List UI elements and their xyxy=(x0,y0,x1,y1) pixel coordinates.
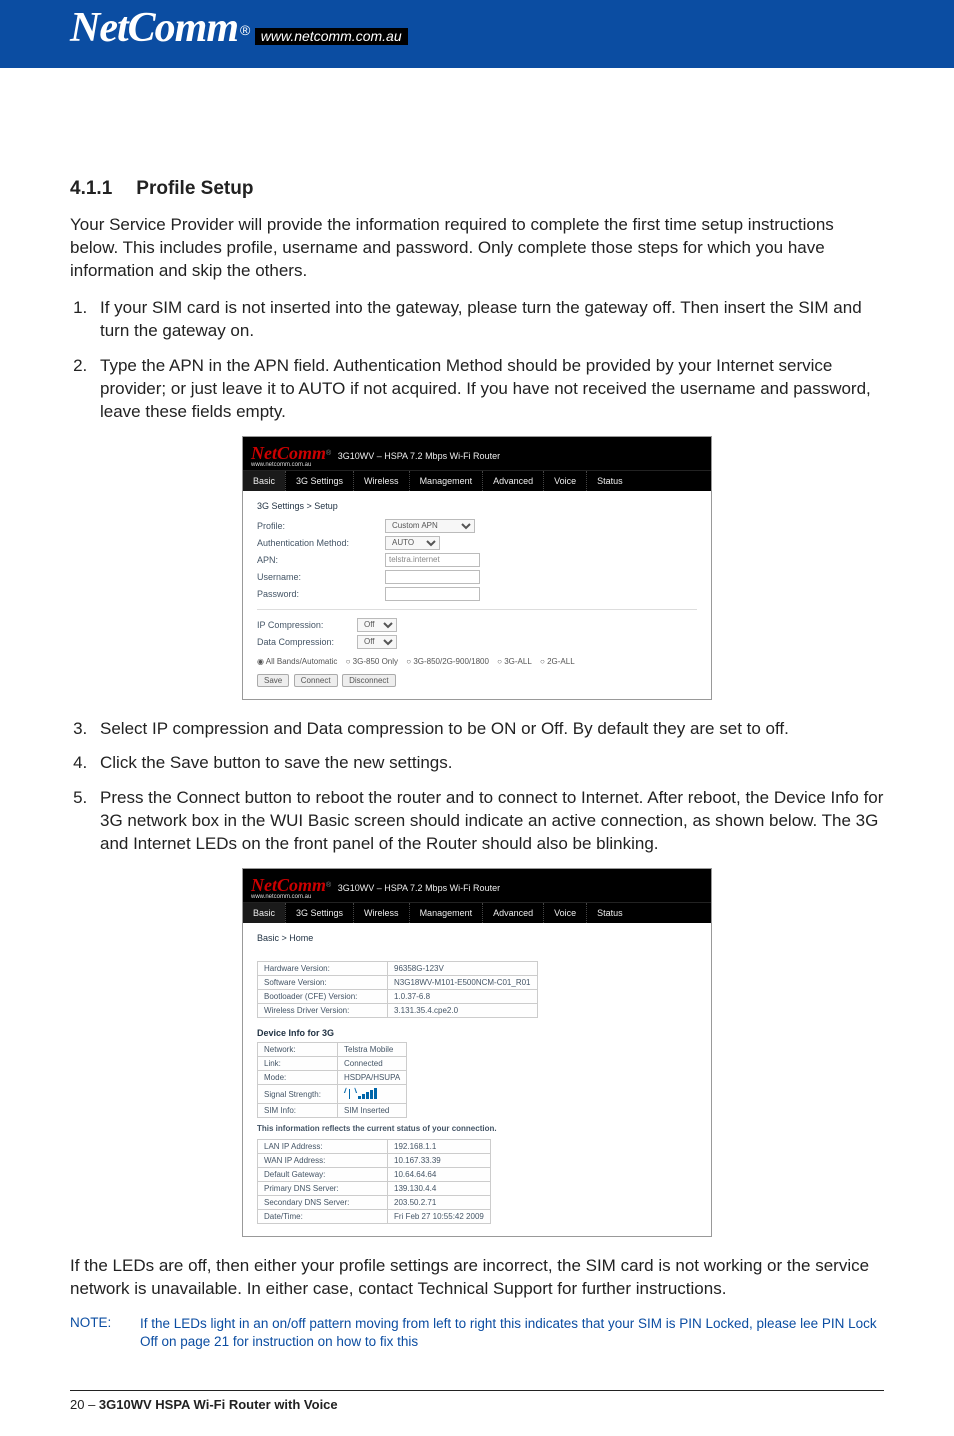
section-number: 4.1.1 xyxy=(70,178,112,200)
hw-table: Hardware Version:96358G-123V Software Ve… xyxy=(257,961,538,1018)
tab-3g-settings[interactable]: 3G Settings xyxy=(285,903,353,923)
section-heading: 4.1.1 Profile Setup xyxy=(70,178,884,200)
tab-voice[interactable]: Voice xyxy=(543,471,586,491)
header-bar: NetComm® www.netcomm.com.au xyxy=(0,0,954,68)
connection-note: This information reflects the current st… xyxy=(257,1124,697,1133)
profile-label: Profile: xyxy=(257,521,385,531)
tab-management[interactable]: Management xyxy=(409,903,483,923)
save-button[interactable]: Save xyxy=(257,674,289,687)
tab-advanced[interactable]: Advanced xyxy=(482,903,543,923)
shot-tabbar: Basic 3G Settings Wireless Management Ad… xyxy=(243,902,711,923)
datacomp-label: Data Compression: xyxy=(257,637,357,647)
shot-title: 3G10WV – HSPA 7.2 Mbps Wi-Fi Router xyxy=(338,451,500,461)
signal-strength-icon xyxy=(338,1085,407,1104)
ipcomp-select[interactable]: Off xyxy=(357,618,397,632)
shot-tabbar: Basic 3G Settings Wireless Management Ad… xyxy=(243,470,711,491)
table-row: Hardware Version:96358G-123V xyxy=(258,962,538,976)
profile-select[interactable]: Custom APN xyxy=(385,519,475,533)
registered-mark: ® xyxy=(240,22,250,38)
steps-list-a: If your SIM card is not inserted into th… xyxy=(70,297,884,424)
steps-list-b: Select IP compression and Data compressi… xyxy=(70,718,884,857)
table-row: Network:Telstra Mobile xyxy=(258,1043,407,1057)
brand-name: NetComm xyxy=(70,4,238,52)
brand-logo: NetComm® www.netcomm.com.au xyxy=(70,4,408,52)
page-content: 4.1.1 Profile Setup Your Service Provider… xyxy=(0,68,954,1372)
page-number: 20 – xyxy=(70,1397,99,1412)
device-info-heading: Device Info for 3G xyxy=(257,1028,697,1038)
product-name: 3G10WV HSPA Wi-Fi Router with Voice xyxy=(99,1397,338,1412)
table-row: SIM Info:SIM Inserted xyxy=(258,1104,407,1118)
radio-all-bands[interactable]: ◉ All Bands/Automatic xyxy=(257,657,337,666)
step-item: Type the APN in the APN field. Authentic… xyxy=(92,355,884,424)
tab-advanced[interactable]: Advanced xyxy=(482,471,543,491)
disconnect-button[interactable]: Disconnect xyxy=(342,674,396,687)
shot-brand: NetComm xyxy=(251,875,326,896)
step-item: If your SIM card is not inserted into th… xyxy=(92,297,884,343)
datacomp-select[interactable]: Off xyxy=(357,635,397,649)
ipcomp-label: IP Compression: xyxy=(257,620,357,630)
auth-label: Authentication Method: xyxy=(257,538,385,548)
table-row: Mode:HSDPA/HSUPA xyxy=(258,1071,407,1085)
table-row: Bootloader (CFE) Version:1.0.37-6.8 xyxy=(258,990,538,1004)
outro-paragraph: If the LEDs are off, then either your pr… xyxy=(70,1255,884,1301)
radio-3g-all[interactable]: ○ 3G-ALL xyxy=(497,657,532,666)
connection-table: LAN IP Address:192.168.1.1 WAN IP Addres… xyxy=(257,1139,491,1224)
table-row: Software Version:N3G18WV-M101-E500NCM-C0… xyxy=(258,976,538,990)
tab-management[interactable]: Management xyxy=(409,471,483,491)
step-item: Press the Connect button to reboot the r… xyxy=(92,787,884,856)
table-row: WAN IP Address:10.167.33.39 xyxy=(258,1154,491,1168)
auth-select[interactable]: AUTO xyxy=(385,536,440,550)
table-row: LAN IP Address:192.168.1.1 xyxy=(258,1140,491,1154)
tab-wireless[interactable]: Wireless xyxy=(353,903,409,923)
table-row: Secondary DNS Server:203.50.2.71 xyxy=(258,1196,491,1210)
shot-panel: 3G Settings > Setup Profile:Custom APN A… xyxy=(243,491,711,699)
table-row: Signal Strength: xyxy=(258,1085,407,1104)
username-input[interactable] xyxy=(385,570,480,584)
step-item: Select IP compression and Data compressi… xyxy=(92,718,884,741)
radio-3g-850-2g[interactable]: ○ 3G-850/2G-900/1800 xyxy=(406,657,489,666)
shot-header: NetComm® 3G10WV – HSPA 7.2 Mbps Wi-Fi Ro… xyxy=(243,869,711,902)
footer: 20 – 3G10WV HSPA Wi-Fi Router with Voice xyxy=(0,1391,954,1436)
table-row: Wireless Driver Version:3.131.35.4.cpe2.… xyxy=(258,1004,538,1018)
tab-basic[interactable]: Basic xyxy=(243,903,285,923)
shot-panel: Basic > Home Hardware Version:96358G-123… xyxy=(243,923,711,1236)
screenshot-basic-home: NetComm® 3G10WV – HSPA 7.2 Mbps Wi-Fi Ro… xyxy=(242,868,712,1237)
shot-brand: NetComm xyxy=(251,443,326,464)
shot-title: 3G10WV – HSPA 7.2 Mbps Wi-Fi Router xyxy=(338,883,500,893)
screenshot-3g-settings: NetComm® 3G10WV – HSPA 7.2 Mbps Wi-Fi Ro… xyxy=(242,436,712,700)
apn-input[interactable] xyxy=(385,553,480,567)
apn-label: APN: xyxy=(257,555,385,565)
password-label: Password: xyxy=(257,589,385,599)
password-input[interactable] xyxy=(385,587,480,601)
tab-3g-settings[interactable]: 3G Settings xyxy=(285,471,353,491)
step-item: Click the Save button to save the new se… xyxy=(92,752,884,775)
tab-status[interactable]: Status xyxy=(586,471,633,491)
band-radios: ◉ All Bands/Automatic ○ 3G-850 Only ○ 3G… xyxy=(257,657,697,666)
connect-button[interactable]: Connect xyxy=(294,674,338,687)
intro-paragraph: Your Service Provider will provide the i… xyxy=(70,214,884,283)
username-label: Username: xyxy=(257,572,385,582)
table-row: Date/Time:Fri Feb 27 10:55:42 2009 xyxy=(258,1210,491,1224)
section-title: Profile Setup xyxy=(136,178,253,199)
radio-3g-850[interactable]: ○ 3G-850 Only xyxy=(346,657,398,666)
note-text: If the LEDs light in an on/off pattern m… xyxy=(140,1315,884,1351)
note-label: NOTE: xyxy=(70,1315,140,1351)
table-row: Primary DNS Server:139.130.4.4 xyxy=(258,1182,491,1196)
breadcrumb: Basic > Home xyxy=(257,933,697,943)
tab-wireless[interactable]: Wireless xyxy=(353,471,409,491)
tab-status[interactable]: Status xyxy=(586,903,633,923)
breadcrumb: 3G Settings > Setup xyxy=(257,501,697,511)
shot-header: NetComm® 3G10WV – HSPA 7.2 Mbps Wi-Fi Ro… xyxy=(243,437,711,470)
brand-url: www.netcomm.com.au xyxy=(255,28,408,45)
device-table: Network:Telstra Mobile Link:Connected Mo… xyxy=(257,1042,407,1118)
table-row: Link:Connected xyxy=(258,1057,407,1071)
tab-basic[interactable]: Basic xyxy=(243,471,285,491)
tab-voice[interactable]: Voice xyxy=(543,903,586,923)
table-row: Default Gateway:10.64.64.64 xyxy=(258,1168,491,1182)
note-block: NOTE: If the LEDs light in an on/off pat… xyxy=(70,1315,884,1351)
radio-2g-all[interactable]: ○ 2G-ALL xyxy=(540,657,575,666)
